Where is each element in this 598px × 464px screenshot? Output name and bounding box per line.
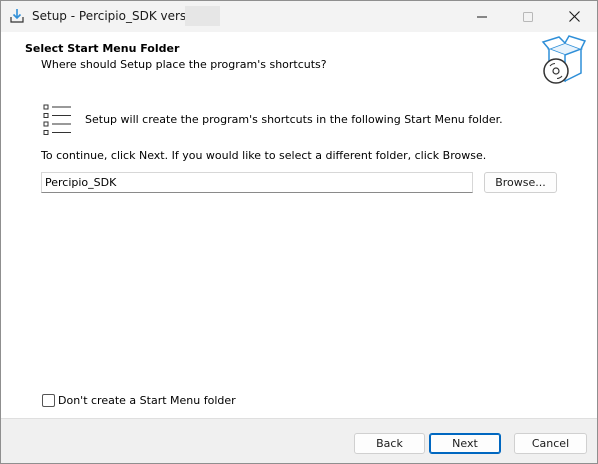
title-bar[interactable]: Setup - Percipio_SDK version xyxy=(1,1,597,32)
installer-icon xyxy=(10,9,24,23)
back-button[interactable]: Back xyxy=(354,433,425,454)
page-header: Select Start Menu Folder Where should Se… xyxy=(1,32,597,90)
browse-button[interactable]: Browse... xyxy=(484,172,557,193)
window-title: Setup - Percipio_SDK version xyxy=(32,9,205,23)
cancel-button[interactable]: Cancel xyxy=(514,433,587,454)
close-button[interactable] xyxy=(551,1,597,32)
minimize-icon xyxy=(477,16,487,17)
page-subtitle: Where should Setup place the program's s… xyxy=(41,58,327,71)
close-icon xyxy=(568,11,580,22)
maximize-button[interactable] xyxy=(505,1,551,32)
redacted-version xyxy=(185,6,220,26)
no-start-menu-folder-checkbox[interactable] xyxy=(42,393,55,407)
no-start-menu-folder-label[interactable]: Don't create a Start Menu folder xyxy=(58,394,236,407)
minimize-button[interactable] xyxy=(459,1,505,32)
no-start-menu-folder-option[interactable]: Don't create a Start Menu folder xyxy=(42,392,236,408)
continue-instructions: To continue, click Next. If you would li… xyxy=(41,149,487,162)
start-menu-folder-input[interactable] xyxy=(41,172,473,193)
info-text: Setup will create the program's shortcut… xyxy=(85,113,503,126)
maximize-icon xyxy=(523,11,533,22)
list-icon xyxy=(43,104,71,135)
setup-window: Setup - Percipio_SDK version Select Star… xyxy=(0,0,598,464)
next-button[interactable]: Next xyxy=(429,433,501,454)
page-title: Select Start Menu Folder xyxy=(25,42,180,55)
setup-box-icon xyxy=(541,35,587,84)
wizard-footer: Back Next Cancel xyxy=(1,418,597,463)
